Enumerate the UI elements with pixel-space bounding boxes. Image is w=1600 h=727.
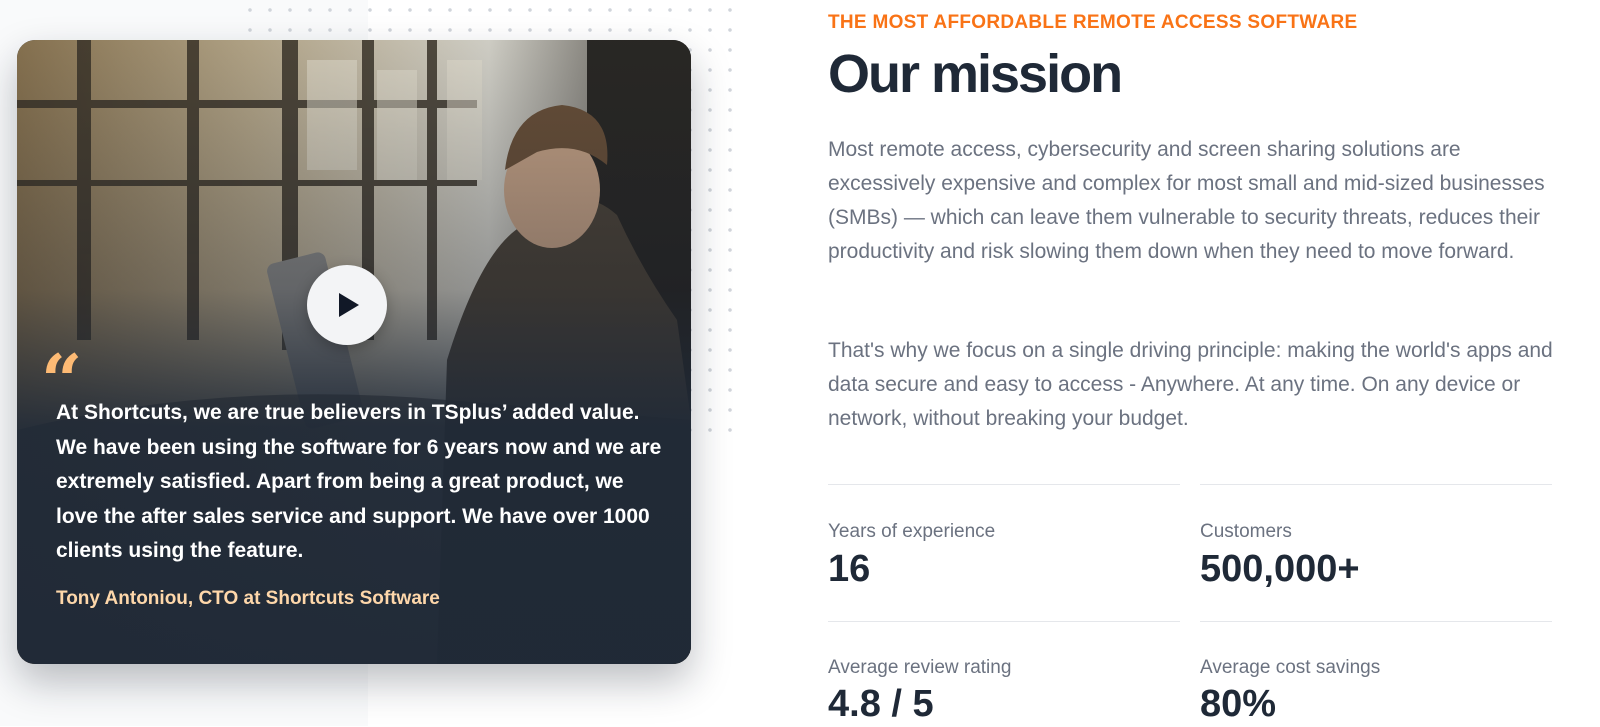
testimonial-video-card[interactable]: “ At Shortcuts, we are true believers in… — [17, 40, 691, 664]
photo-overlay — [17, 40, 691, 664]
mission-paragraph-2: That's why we focus on a single driving … — [828, 339, 1553, 430]
stat-value: 16 — [828, 548, 871, 590]
stat-years-of-experience: Years of experience 16 — [828, 484, 1180, 620]
stat-value: 500,000+ — [1200, 548, 1360, 590]
stat-value: 4.8 / 5 — [828, 683, 934, 725]
stat-label: Average cost savings — [1200, 657, 1381, 678]
testimonial-quote: At Shortcuts, we are true believers in T… — [56, 401, 662, 562]
stat-average-review-rating: Average review rating 4.8 / 5 — [828, 621, 1180, 727]
section-eyebrow: THE MOST AFFORDABLE REMOTE ACCESS SOFTWA… — [828, 12, 1358, 33]
stat-customers: Customers 500,000+ — [1200, 484, 1552, 620]
testimonial-author: Tony Antoniou, CTO at Shortcuts Software — [56, 588, 440, 609]
play-icon — [339, 293, 359, 317]
play-video-button[interactable] — [307, 265, 387, 345]
stat-average-cost-savings: Average cost savings 80% — [1200, 621, 1552, 727]
stat-value: 80% — [1200, 683, 1277, 725]
section-title: Our mission — [828, 44, 1123, 104]
stat-label: Customers — [1200, 521, 1292, 542]
stat-label: Average review rating — [828, 657, 1012, 678]
stat-label: Years of experience — [828, 521, 996, 542]
mission-paragraph-1: Most remote access, cybersecurity and sc… — [828, 138, 1545, 263]
